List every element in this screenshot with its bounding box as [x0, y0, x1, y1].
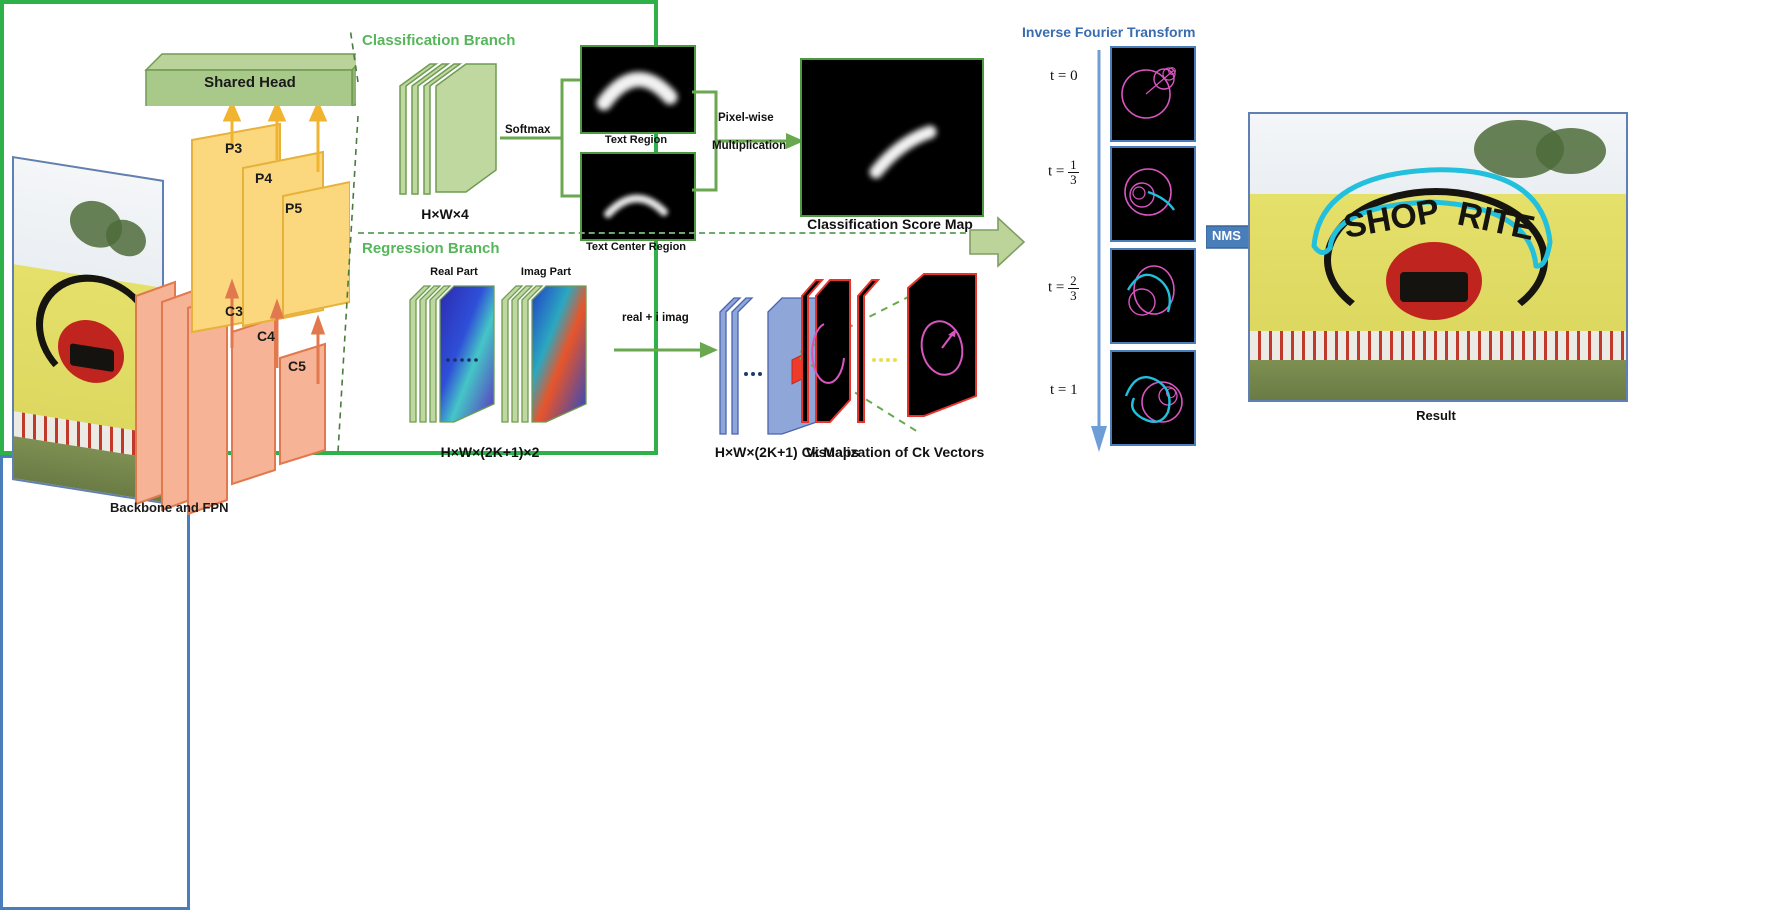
ift-panel-t1	[1110, 350, 1196, 446]
backbone-caption: Backbone and FPN	[110, 500, 229, 515]
classification-score-map-label: Classification Score Map	[807, 216, 973, 232]
fpn-level-p4: P4	[255, 170, 273, 186]
imag-part-label: Imag Part	[520, 266, 572, 278]
ift-step-label-1: t = 1 3	[1048, 158, 1079, 186]
svg-text:RITE: RITE	[1454, 195, 1538, 248]
nms-label: NMS	[1212, 228, 1241, 243]
real-part-label: Real Part	[430, 266, 478, 278]
epicycle-t0	[1121, 67, 1176, 119]
to-ift-arrow	[969, 216, 1026, 268]
text-region-label: Text Region	[604, 134, 668, 146]
epicycle-t23	[1126, 265, 1175, 316]
backbone-fpn-section: Shared Head P3 P4 P5 C3 C4 C5 Backbone a…	[0, 0, 356, 530]
regression-branch-title: Regression Branch	[362, 240, 500, 257]
text-center-region-blob	[604, 194, 668, 218]
text-center-region-label: Text Center Region	[585, 241, 687, 253]
backbone-level-c3: C3	[225, 303, 243, 319]
inverse-fourier-title: Inverse Fourier Transform	[1022, 24, 1196, 40]
ift-step-2-denominator: 3	[1070, 287, 1077, 303]
ift-step-label-0: t = 0	[1050, 68, 1078, 85]
ift-panel-t13	[1110, 146, 1196, 242]
ck-visualization-label: Visualization of Ck Vectors	[805, 444, 985, 460]
classification-branch-title: Classification Branch	[362, 32, 516, 49]
multiplication-arrow	[692, 90, 804, 192]
ift-step-3-lhs: t =	[1050, 382, 1067, 398]
text-region-map	[580, 45, 696, 134]
ift-panel-t0	[1110, 46, 1196, 142]
result-detection-contour: SHOP RITE	[1311, 167, 1553, 269]
ift-step-1-numerator: 1	[1068, 157, 1079, 173]
combine-arrow	[614, 342, 718, 358]
epicycle-t13	[1124, 168, 1175, 216]
backbone-level-c4: C4	[257, 328, 275, 344]
pixelwise-label-line1: Pixel-wise	[718, 112, 774, 124]
score-map-blob	[869, 125, 937, 179]
branch-divider	[358, 232, 996, 234]
combine-label: real + i imag	[622, 312, 689, 324]
pixelwise-label-line2: Multiplication	[712, 140, 787, 152]
ift-step-0-value: 0	[1070, 68, 1078, 84]
ift-step-1-fraction: 1 3	[1068, 158, 1079, 186]
classification-score-map	[800, 58, 984, 217]
svg-text:SHOP: SHOP	[1341, 192, 1442, 246]
ift-step-3-value: 1	[1070, 382, 1078, 398]
ift-time-axis-arrow	[1091, 50, 1107, 452]
ift-step-0-lhs: t =	[1050, 68, 1067, 84]
ift-step-2-fraction: 2 3	[1068, 274, 1079, 302]
result-caption: Result	[1416, 408, 1456, 423]
classification-feature-stack	[399, 63, 497, 195]
softmax-label: Softmax	[505, 124, 551, 136]
ift-step-label-2: t = 2 3	[1048, 274, 1079, 302]
text-region-blob	[596, 72, 678, 111]
ift-step-1-denominator: 3	[1070, 171, 1077, 187]
imag-part-stack	[501, 285, 587, 423]
epicycle-t1	[1124, 376, 1183, 424]
ift-step-2-numerator: 2	[1068, 273, 1079, 289]
text-center-region-map	[580, 152, 696, 241]
classification-feature-label: H×W×4	[421, 206, 469, 222]
ift-panel-t23	[1110, 248, 1196, 344]
ift-step-label-3: t = 1	[1050, 382, 1078, 399]
ift-step-1-lhs: t =	[1048, 163, 1065, 180]
fpn-level-p3: P3	[225, 140, 243, 156]
ift-step-2-lhs: t =	[1048, 279, 1065, 296]
regression-feature-label: H×W×(2K+1)×2	[440, 444, 540, 460]
result-image: SHOP RITE	[1248, 112, 1628, 402]
ck-vector-visualization	[801, 273, 977, 423]
